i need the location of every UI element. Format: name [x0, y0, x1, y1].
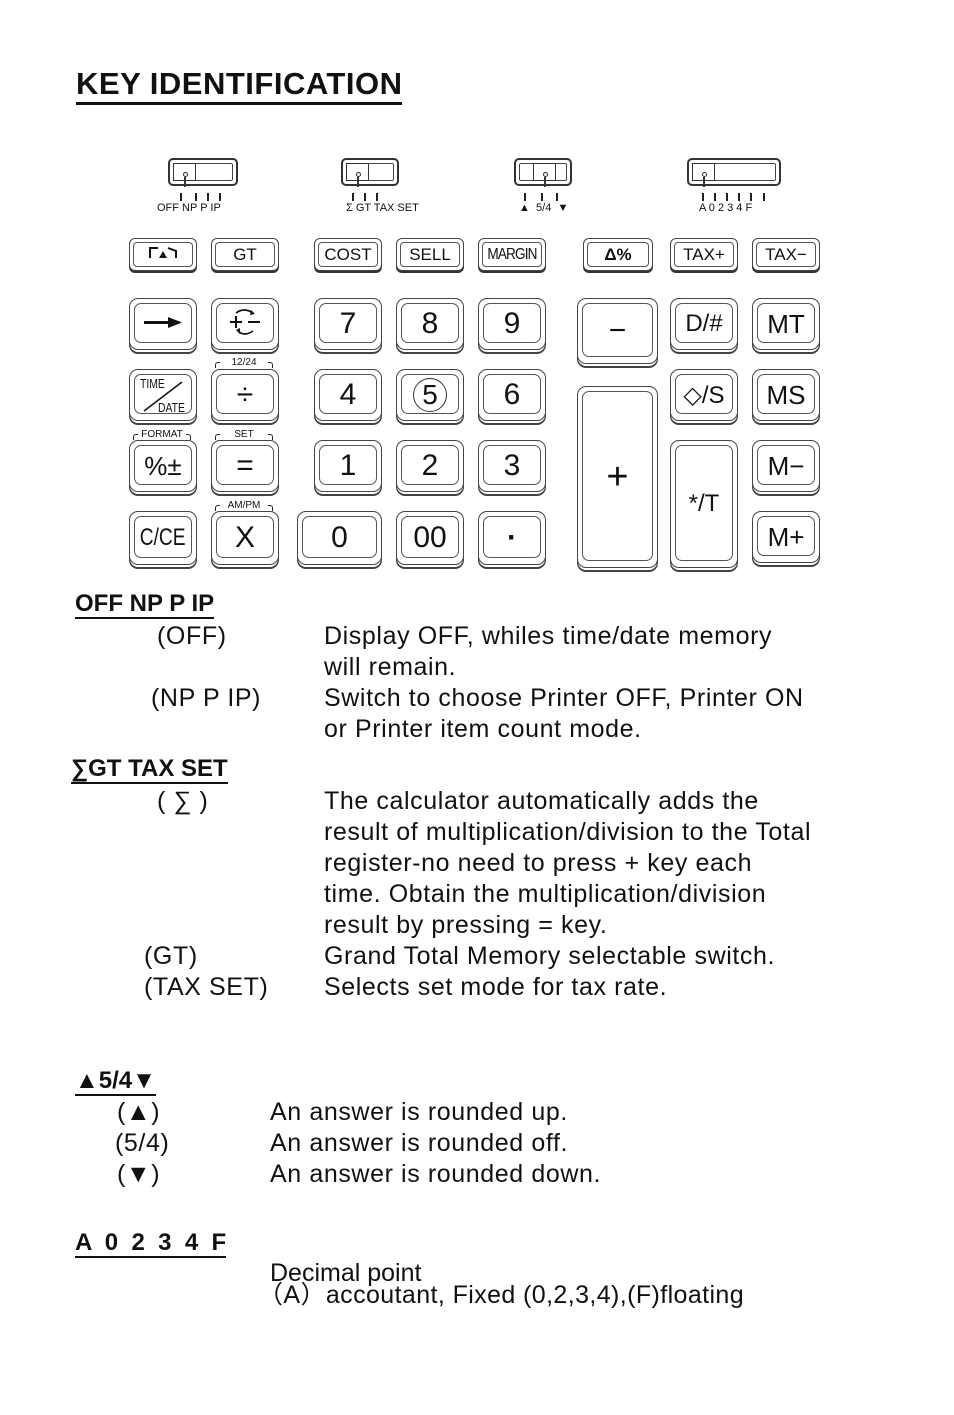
tag-set: SET	[215, 429, 273, 440]
decimal-switch[interactable]	[687, 158, 781, 187]
gt-key[interactable]: GT	[211, 238, 279, 271]
sigma-gt-tax-switch[interactable]	[341, 158, 399, 187]
digit-3-key[interactable]: 3	[478, 440, 546, 492]
item-desc: time. Obtain the multiplication/division	[324, 880, 767, 908]
digit-0-key[interactable]: 0	[297, 511, 382, 565]
digit-1-key[interactable]: 1	[314, 440, 382, 492]
clear-key[interactable]: C/CE	[129, 511, 197, 565]
rounding-switch-labels: ▲ 5/4 ▼	[519, 202, 569, 214]
item-label: (5/4)	[115, 1129, 170, 1157]
sign-change-icon	[226, 307, 264, 342]
digit-5-key[interactable]: 5	[396, 369, 464, 421]
sigma-switch-labels: Σ GT TAX SET	[346, 202, 419, 214]
tag-12-24: 12/24	[215, 357, 273, 368]
item-label: (▼)	[117, 1160, 161, 1188]
plus-key[interactable]: +	[577, 386, 658, 568]
section-heading-power: OFF NP P IP	[75, 590, 215, 619]
digit-9-key[interactable]: 9	[478, 298, 546, 350]
switch-ticks	[702, 193, 772, 201]
item-label: (NP P IP)	[151, 684, 262, 712]
item-desc: Selects set mode for tax rate.	[324, 973, 668, 1001]
item-label: (▲)	[117, 1098, 161, 1126]
digit-4-key[interactable]: 4	[314, 369, 382, 421]
item-desc: The calculator automatically adds the	[324, 787, 759, 815]
arrow-right-icon	[144, 315, 182, 333]
m-plus-key[interactable]: M+	[752, 511, 820, 563]
item-desc: result of multiplication/division to the…	[324, 818, 812, 846]
round-down-icon: ▼	[557, 202, 569, 214]
margin-key[interactable]: MARGIN	[478, 238, 546, 271]
backspace-key[interactable]	[129, 298, 197, 350]
cost-key[interactable]: COST	[314, 238, 382, 271]
item-label: (TAX SET)	[144, 973, 269, 1001]
round-up-icon: ▲	[519, 202, 530, 214]
double-zero-key[interactable]: 00	[396, 511, 464, 565]
digit-7-key[interactable]: 7	[314, 298, 382, 350]
paper-feed-key[interactable]	[129, 238, 197, 271]
mt-key[interactable]: MT	[752, 298, 820, 350]
item-label: (GT)	[144, 942, 198, 970]
item-desc: An answer is rounded up.	[270, 1098, 568, 1126]
section-heading-sigma: ∑GT TAX SET	[71, 755, 228, 784]
decimal-switch-labels: A 0 2 3 4 F	[699, 202, 753, 214]
paper-feed-icon	[148, 245, 178, 264]
ms-key[interactable]: MS	[752, 369, 820, 421]
switch-knob[interactable]	[692, 163, 715, 187]
item-desc: An answer is rounded off.	[270, 1129, 569, 1157]
d-hash-key[interactable]: D/#	[670, 298, 738, 350]
diamond-s-key[interactable]: ◇/S	[670, 369, 738, 421]
sell-key[interactable]: SELL	[396, 238, 464, 271]
equals-key[interactable]: =	[211, 440, 279, 492]
item-desc: Display OFF, whiles time/date memory	[324, 622, 773, 650]
tax-minus-key[interactable]: TAX−	[752, 238, 820, 271]
star-t-key[interactable]: */T	[670, 440, 738, 568]
item-desc: result by pressing = key.	[324, 911, 608, 939]
minus-key[interactable]: −	[577, 298, 658, 364]
power-printer-switch[interactable]	[168, 158, 238, 187]
item-label: ( ∑ )	[157, 787, 209, 815]
switch-ticks	[524, 193, 564, 201]
switch-knob[interactable]	[346, 163, 369, 187]
tag-format: FORMAT	[133, 429, 191, 440]
switch-knob[interactable]	[533, 163, 556, 187]
digit-2-key[interactable]: 2	[396, 440, 464, 492]
m-minus-key[interactable]: M−	[752, 440, 820, 492]
decimal-desc-line2: （A）accoutant, Fixed (0,2,3,4),(F)floatin…	[258, 1281, 745, 1309]
section-heading-decimal: A 0 2 3 4 F	[75, 1229, 227, 1258]
item-desc: An answer is rounded down.	[270, 1160, 602, 1188]
time-date-key[interactable]: TIME DATE	[129, 369, 197, 421]
switch-knob[interactable]	[173, 163, 196, 187]
power-switch-labels: OFF NP P IP	[157, 202, 221, 214]
section-heading-rounding: ▲5/4▼	[75, 1067, 156, 1096]
switch-ticks	[352, 193, 392, 201]
decimal-point-key[interactable]: ·	[478, 511, 546, 565]
switch-ticks	[180, 193, 230, 201]
digit-8-key[interactable]: 8	[396, 298, 464, 350]
item-desc: register-no need to press + key each	[324, 849, 753, 877]
percent-sign-key[interactable]: %±	[129, 440, 197, 492]
divide-key[interactable]: ÷	[211, 369, 279, 421]
delta-percent-key[interactable]: Δ%	[583, 238, 653, 271]
sign-change-key[interactable]	[211, 298, 279, 350]
item-desc: Grand Total Memory selectable switch.	[324, 942, 776, 970]
item-desc: Switch to choose Printer OFF, Printer ON	[324, 684, 804, 712]
page-title: KEY IDENTIFICATION	[76, 66, 403, 105]
tax-plus-key[interactable]: TAX+	[670, 238, 738, 271]
item-desc: or Printer item count mode.	[324, 715, 642, 743]
digit-6-key[interactable]: 6	[478, 369, 546, 421]
multiply-key[interactable]: X	[211, 511, 279, 565]
item-label: (OFF)	[157, 622, 227, 650]
item-desc: will remain.	[324, 653, 457, 681]
rounding-switch[interactable]	[514, 158, 572, 187]
tag-am-pm: AM/PM	[215, 500, 273, 511]
